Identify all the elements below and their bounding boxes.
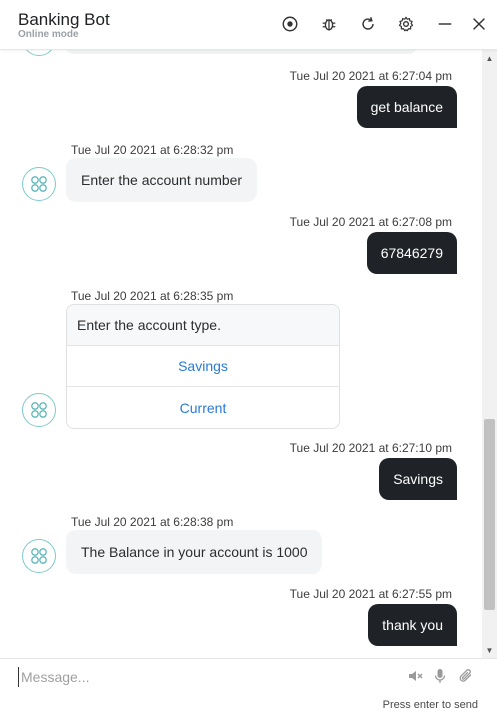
bot-message-bubble: The Balance in your account is 1000 — [66, 530, 323, 574]
send-hint: Press enter to send — [382, 699, 478, 711]
bot-avatar — [22, 539, 56, 573]
bug-icon[interactable] — [319, 14, 339, 34]
bot-avatar-icon — [31, 548, 47, 564]
refresh-icon[interactable] — [358, 14, 378, 34]
message-composer: Press enter to send — [0, 658, 497, 717]
status-label: Online mode — [18, 29, 79, 40]
avatar — [22, 50, 56, 56]
scrollbar-thumb[interactable] — [484, 419, 495, 610]
record-icon[interactable] — [280, 14, 300, 34]
message-input[interactable] — [18, 667, 388, 687]
bot-message-bubble: Enter the account number — [66, 158, 258, 202]
bot-avatar — [22, 393, 56, 427]
microphone-icon[interactable] — [431, 667, 449, 685]
option-savings-button[interactable]: Savings — [67, 346, 339, 387]
bot-avatar-icon — [31, 402, 47, 418]
message-timestamp: Tue Jul 20 2021 at 6:27:55 pm — [289, 587, 452, 601]
message-timestamp: Tue Jul 20 2021 at 6:27:08 pm — [289, 215, 452, 229]
minimize-icon[interactable] — [435, 14, 455, 34]
user-message-bubble: Savings — [379, 458, 457, 500]
bot-avatar — [22, 167, 56, 201]
scroll-up-arrow-icon[interactable]: ▲ — [482, 52, 497, 64]
user-message-bubble: get balance — [356, 86, 457, 128]
close-icon[interactable] — [469, 14, 489, 34]
message-timestamp: Tue Jul 20 2021 at 6:27:04 pm — [289, 69, 452, 83]
settings-icon[interactable] — [396, 14, 416, 34]
user-message-bubble: 67846279 — [366, 232, 457, 274]
chat-header: Banking Bot Online mode — [0, 0, 497, 50]
scroll-down-arrow-icon[interactable]: ▼ — [482, 644, 497, 656]
message-timestamp: Tue Jul 20 2021 at 6:27:10 pm — [289, 441, 452, 455]
message-timestamp: Tue Jul 20 2021 at 6:28:38 pm — [71, 515, 234, 529]
message-timestamp: Tue Jul 20 2021 at 6:28:35 pm — [71, 289, 234, 303]
bot-avatar-icon — [31, 176, 47, 192]
bot-title: Banking Bot — [18, 10, 110, 29]
option-current-button[interactable]: Current — [67, 387, 339, 428]
speaker-muted-icon[interactable] — [406, 667, 424, 685]
message-list[interactable]: Tue Jul 20 2021 at 6:27:04 pm get balanc… — [0, 50, 482, 658]
account-type-card: Enter the account type. Savings Current — [66, 304, 340, 429]
user-message-bubble: thank you — [368, 604, 457, 646]
bot-message-bubble — [66, 50, 416, 54]
chat-scrollbar[interactable]: ▲ ▼ — [482, 50, 497, 658]
message-timestamp: Tue Jul 20 2021 at 6:28:32 pm — [71, 143, 234, 157]
card-prompt: Enter the account type. — [67, 305, 339, 346]
attachment-icon[interactable] — [457, 667, 475, 685]
